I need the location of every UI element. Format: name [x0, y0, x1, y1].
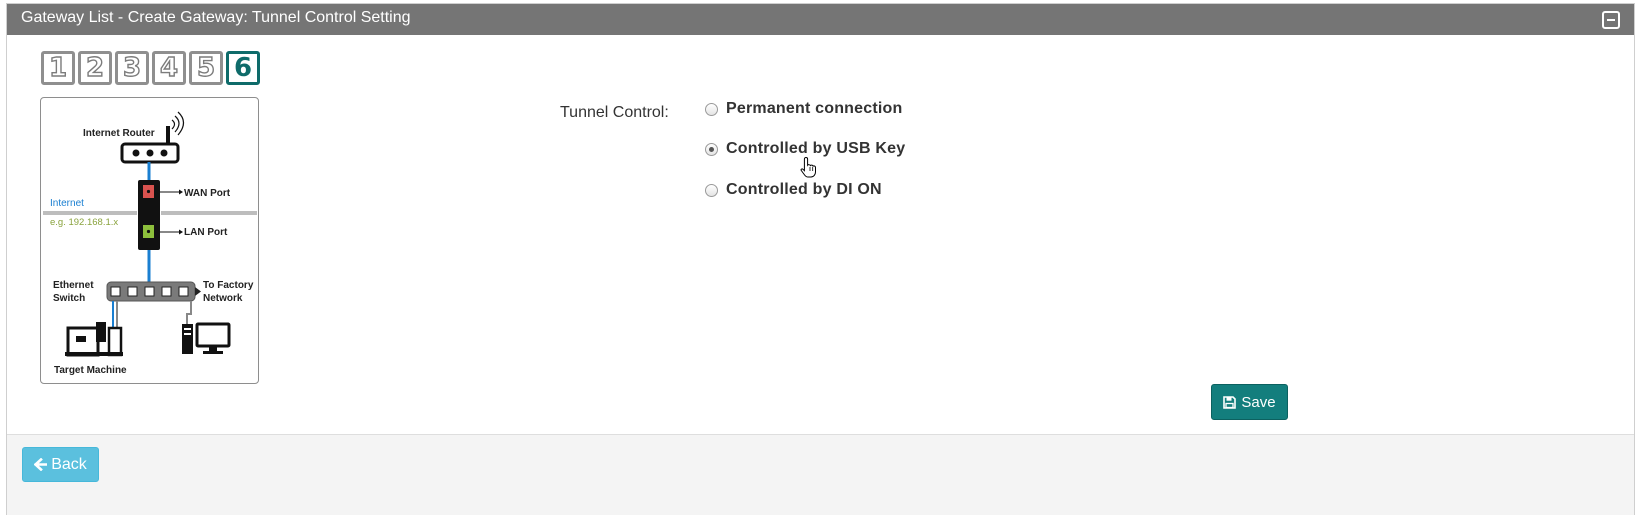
step-4[interactable]: 4 — [152, 51, 186, 85]
radio-label-permanent: Permanent connection — [726, 100, 903, 117]
radio-di-on[interactable] — [705, 183, 718, 197]
save-label: Save — [1241, 393, 1276, 411]
computer-icon — [182, 322, 231, 354]
panel-footer: Back — [7, 434, 1634, 515]
back-label: Back — [51, 455, 87, 473]
factory-label-1: To Factory — [203, 280, 254, 291]
ip-label: e.g. 192.168.1.x — [50, 217, 118, 228]
internet-label: Internet — [50, 198, 84, 209]
radio-label-di-on: Controlled by DI ON — [726, 181, 882, 198]
step-2[interactable]: 2 — [78, 51, 112, 85]
option-permanent-connection[interactable]: Permanent connection — [705, 100, 902, 118]
step-1[interactable]: 1 — [41, 51, 75, 85]
switch-icon — [106, 281, 201, 302]
panel-title: Gateway List - Create Gateway: Tunnel Co… — [21, 9, 411, 26]
lan-label: LAN Port — [184, 227, 228, 238]
gateway-device-icon — [138, 180, 160, 250]
step-5[interactable]: 5 — [189, 51, 223, 85]
collapse-icon[interactable] — [1602, 11, 1620, 29]
floppy-disk-icon — [1223, 395, 1237, 409]
radio-usb-key[interactable] — [705, 142, 718, 156]
switch-label-1: Ethernet — [53, 280, 94, 291]
radio-permanent-connection[interactable] — [705, 102, 718, 116]
arrow-left-icon — [34, 458, 48, 471]
wan-label: WAN Port — [184, 188, 231, 199]
hand-cursor-icon — [800, 156, 816, 178]
back-button[interactable]: Back — [22, 447, 99, 482]
gateway-panel: Gateway List - Create Gateway: Tunnel Co… — [6, 3, 1635, 515]
machine-label: Target Machine — [54, 365, 127, 376]
switch-label-2: Switch — [53, 293, 85, 304]
router-label: Internet Router — [83, 128, 155, 139]
save-button[interactable]: Save — [1211, 384, 1288, 420]
machine-icon — [65, 322, 123, 357]
option-di-on[interactable]: Controlled by DI ON — [705, 181, 882, 199]
step-6[interactable]: 6 — [226, 51, 260, 85]
panel-header: Gateway List - Create Gateway: Tunnel Co… — [7, 4, 1634, 35]
factory-label-2: Network — [203, 293, 243, 304]
tunnel-control-label: Tunnel Control: — [560, 104, 669, 121]
step-indicator: 1 2 3 4 5 6 — [41, 51, 260, 85]
step-3[interactable]: 3 — [115, 51, 149, 85]
network-diagram: Internet Router WAN Port LAN Port Intern… — [40, 97, 259, 384]
